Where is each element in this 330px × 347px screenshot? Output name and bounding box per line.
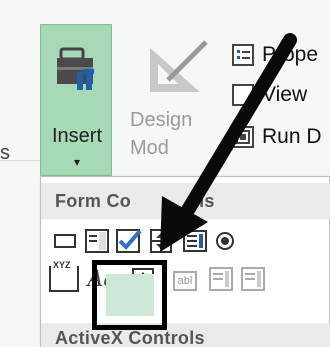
annotation-arrow-icon <box>160 33 297 252</box>
developer-ribbon: s Insert ▾ Design Mod Prope View Run D F… <box>0 0 330 347</box>
